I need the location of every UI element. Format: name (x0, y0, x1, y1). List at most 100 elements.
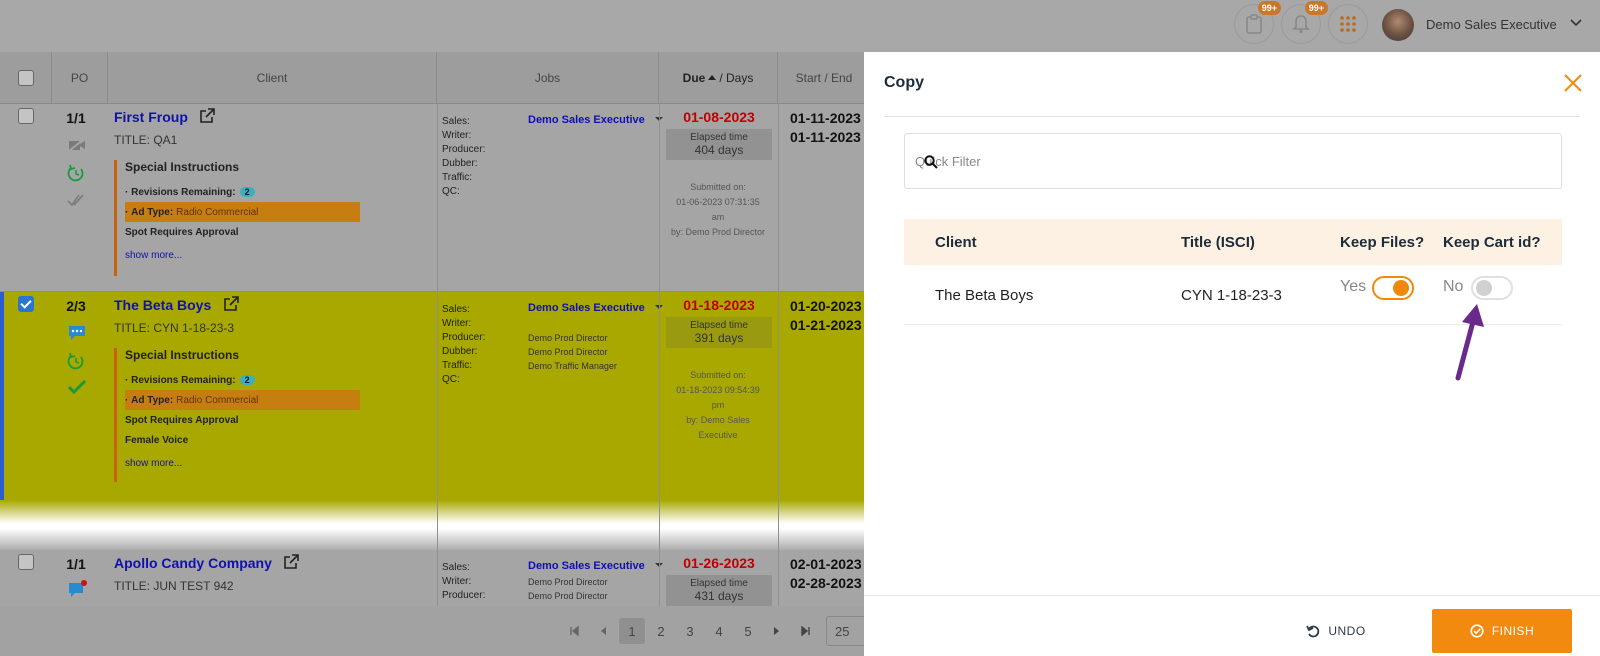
col-keep-files: Keep Files? (1340, 234, 1425, 251)
sales-select[interactable]: Demo Sales Executive (528, 560, 664, 572)
job-title: TITLE: CYN 1-18-23-3 (114, 321, 235, 335)
prev-page-button[interactable] (590, 618, 616, 644)
special-instructions-title: Special Instructions (125, 160, 240, 174)
job-roles: Sales: Writer: Producer: Dubber: Traffic: QC: (442, 304, 486, 385)
client-cell: Apollo Candy Company (114, 554, 300, 571)
list-item: Spot Requires Approval (125, 226, 239, 238)
row-checkbox[interactable] (18, 108, 34, 124)
show-more-link[interactable]: show more... (125, 250, 360, 261)
page-button[interactable]: 2 (648, 618, 674, 644)
list-item: · Revisions Remaining: 2 (125, 370, 360, 390)
job-title: TITLE: QA1 (114, 133, 178, 147)
row-checkbox[interactable] (18, 296, 34, 312)
undo-label: UNDO (1328, 624, 1366, 638)
last-page-button[interactable] (793, 618, 819, 644)
copy-client: The Beta Boys (935, 287, 1034, 304)
client-name-link[interactable]: The Beta Boys (114, 297, 211, 313)
page-button[interactable]: 1 (619, 618, 645, 644)
no-video-icon (68, 138, 85, 152)
grid-header: PO Client Jobs Due / Days Start / End (0, 52, 870, 104)
revisions-badge: 2 (239, 187, 255, 197)
col-client[interactable]: Client (108, 52, 437, 104)
job-assignees: Demo Prod Director Demo Prod Director (528, 577, 608, 601)
double-check-icon (67, 194, 84, 207)
select-all-cell[interactable] (0, 52, 52, 104)
notification-badge: 99+ (1257, 1, 1281, 15)
divider (864, 595, 1600, 596)
top-bar: 99+ 99+ Demo Sales Executive (0, 0, 1600, 52)
finish-button[interactable]: FINISH (1432, 609, 1572, 653)
chat-icon[interactable] (68, 325, 86, 341)
client-cell: First Froup (114, 108, 216, 125)
job-title: TITLE: JUN TEST 942 (114, 579, 234, 593)
toggle-knob (1393, 280, 1409, 296)
apps-grid-icon[interactable] (1328, 4, 1368, 44)
quick-filter[interactable] (904, 133, 1562, 189)
show-more-link[interactable]: show more... (125, 458, 360, 469)
col-po[interactable]: PO (52, 52, 108, 104)
chevron-down-icon[interactable] (1570, 13, 1582, 33)
page-button[interactable]: 4 (706, 618, 732, 644)
search-icon (924, 155, 938, 169)
row-checkbox-cell[interactable] (18, 296, 34, 312)
undo-button[interactable]: UNDO (1288, 609, 1384, 653)
start-end-dates: 02-01-2023 02-28-2023 (790, 556, 862, 591)
list-item: · Revisions Remaining: 2 (125, 182, 360, 202)
revisions-badge: 2 (239, 375, 255, 385)
due-date: 01-18-2023 (683, 297, 755, 313)
notification-badge: 99+ (1304, 1, 1328, 15)
finish-label: FINISH (1491, 624, 1535, 638)
list-item: Female Voice (125, 434, 189, 446)
page-button[interactable]: 3 (677, 618, 703, 644)
col-title-isci: Title (ISCI) (1181, 234, 1255, 251)
check-icon (68, 380, 86, 394)
table-row[interactable]: 2/3 The Beta Boys TITLE: CYN 1-18-23-3 S… (0, 292, 870, 506)
external-link-icon[interactable] (223, 296, 239, 312)
drawer-title: Copy (884, 74, 924, 91)
elapsed-time: Elapsed time 431 days (666, 575, 772, 606)
external-link-icon[interactable] (199, 108, 216, 124)
list-item: · Ad Type: Radio Commercial (125, 390, 360, 410)
external-link-icon[interactable] (283, 554, 300, 570)
select-all-checkbox[interactable] (17, 70, 34, 86)
sales-select[interactable]: Demo Sales Executive (528, 302, 664, 314)
keep-files-label: Yes (1340, 278, 1367, 295)
special-instructions-title: Special Instructions (125, 348, 240, 362)
chat-unread-icon[interactable] (68, 580, 88, 598)
col-jobs[interactable]: Jobs (437, 52, 659, 104)
col-start-end[interactable]: Start / End (778, 52, 870, 104)
close-icon[interactable] (1562, 72, 1584, 94)
divider (884, 116, 1580, 117)
row-checkbox-cell[interactable] (18, 554, 34, 570)
copy-table-header: Client Title (ISCI) Keep Files? Keep Car… (904, 219, 1562, 265)
page-button[interactable]: 5 (735, 618, 761, 644)
client-name-link[interactable]: Apollo Candy Company (114, 555, 272, 571)
list-item: · Ad Type: Radio Commercial (125, 202, 360, 222)
toggle-knob (1476, 280, 1492, 296)
next-page-button[interactable] (764, 618, 790, 644)
bell-icon[interactable]: 99+ (1281, 1, 1328, 44)
special-instructions: Special Instructions · Revisions Remaini… (114, 348, 360, 482)
avatar[interactable] (1382, 9, 1414, 41)
client-name-link[interactable]: First Froup (114, 109, 188, 125)
scroll-fade (0, 500, 870, 552)
col-days-label: / Days (719, 71, 754, 85)
user-name[interactable]: Demo Sales Executive (1426, 17, 1557, 32)
first-page-button[interactable] (561, 618, 587, 644)
keep-files-toggle[interactable] (1372, 276, 1414, 300)
row-checkbox-cell[interactable] (18, 108, 34, 124)
row-checkbox[interactable] (18, 554, 34, 570)
col-keep-cart-id: Keep Cart id? (1443, 234, 1541, 251)
sales-select[interactable]: Demo Sales Executive (528, 114, 664, 126)
elapsed-time: Elapsed time 391 days (666, 317, 772, 348)
column-divider (437, 104, 438, 656)
col-due[interactable]: Due / Days (659, 52, 778, 104)
undo-icon (1306, 625, 1320, 638)
clipboard-icon[interactable]: 99+ (1234, 1, 1281, 44)
keep-cart-id-toggle[interactable] (1471, 276, 1513, 300)
table-row[interactable]: 1/1 First Froup TITLE: QA1 Special Instr… (0, 104, 870, 292)
quick-filter-input[interactable] (905, 134, 1561, 188)
elapsed-time: Elapsed time 404 days (666, 129, 772, 160)
check-circle-icon (1470, 624, 1484, 638)
po-count: 1/1 (66, 556, 86, 572)
